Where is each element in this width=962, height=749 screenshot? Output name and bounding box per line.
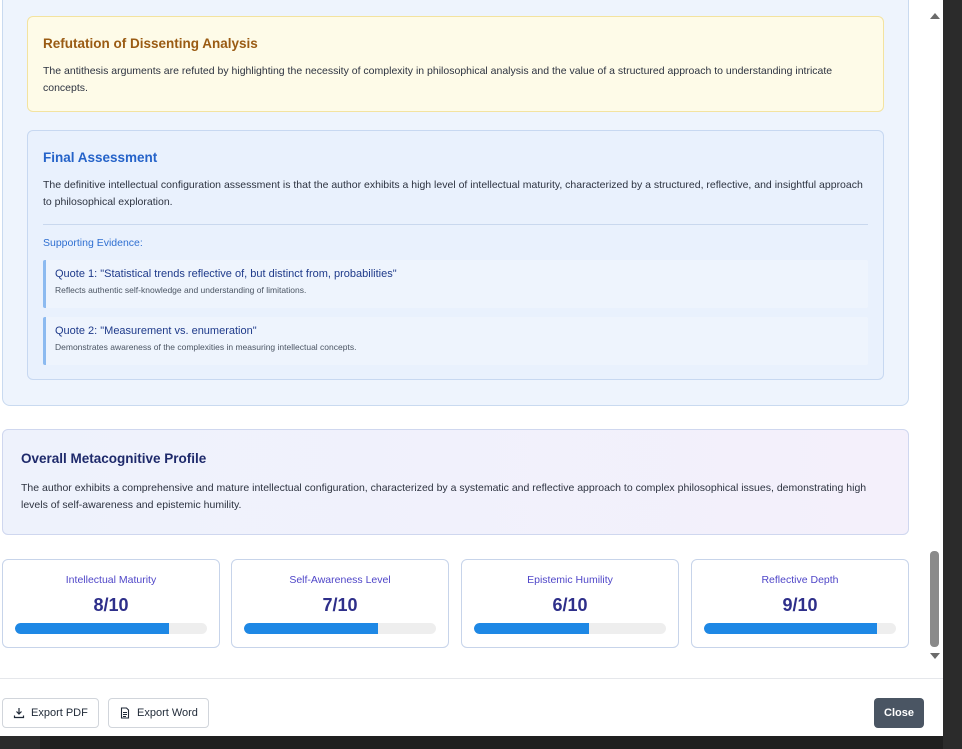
scrollbar-thumb[interactable]: [930, 551, 939, 647]
report-modal: Refutation of Dissenting Analysis The an…: [0, 0, 943, 736]
metric-value: 7/10: [322, 595, 358, 615]
metric-progress-fill: [15, 623, 169, 634]
profile-title: Overall Metacognitive Profile: [21, 451, 207, 466]
export-word-label: Export Word: [137, 707, 198, 719]
metric-progress-fill: [704, 623, 877, 634]
metric-progress-fill: [244, 623, 379, 634]
final-assessment-text: The definitive intellectual configuratio…: [43, 179, 863, 208]
close-button[interactable]: Close: [874, 698, 924, 728]
metric-label: Reflective Depth: [761, 574, 839, 586]
metric-card-self-awareness: Self-Awareness Level 7/10: [231, 559, 449, 648]
quote-title: Quote 1: "Statistical trends reflective …: [55, 268, 397, 280]
metric-progress-bar: [704, 623, 896, 634]
profile-text: The author exhibits a comprehensive and …: [21, 482, 867, 511]
refutation-card: Refutation of Dissenting Analysis The an…: [27, 16, 884, 112]
background-strip: [40, 736, 943, 749]
quote-description: Demonstrates awareness of the complexiti…: [55, 342, 357, 352]
quote-title: Quote 2: "Measurement vs. enumeration": [55, 325, 257, 337]
refutation-title: Refutation of Dissenting Analysis: [43, 36, 258, 51]
quote-item: Quote 2: "Measurement vs. enumeration" D…: [43, 317, 868, 365]
metric-card-epistemic-humility: Epistemic Humility 6/10: [461, 559, 679, 648]
export-word-button[interactable]: Export Word: [108, 698, 209, 728]
export-pdf-button[interactable]: Export PDF: [2, 698, 99, 728]
metric-label: Intellectual Maturity: [65, 574, 157, 586]
divider: [43, 224, 868, 225]
download-icon: [13, 708, 25, 719]
quote-description: Reflects authentic self-knowledge and un…: [55, 285, 307, 295]
document-icon: [120, 707, 130, 719]
metric-card-reflective-depth: Reflective Depth 9/10: [691, 559, 909, 648]
modal-footer: Export PDF Export Word Close: [0, 678, 943, 736]
final-assessment-title: Final Assessment: [43, 150, 158, 165]
supporting-evidence-title: Supporting Evidence:: [43, 237, 143, 249]
metric-progress-bar: [15, 623, 207, 634]
metric-progress-bar: [244, 623, 436, 634]
refutation-text: The antithesis arguments are refuted by …: [43, 65, 833, 94]
quote-item: Quote 1: "Statistical trends reflective …: [43, 260, 868, 308]
scroll-down-arrow-icon[interactable]: [930, 653, 940, 659]
metric-label: Epistemic Humility: [527, 574, 613, 586]
report-scroll-area[interactable]: Refutation of Dissenting Analysis The an…: [0, 0, 926, 678]
export-pdf-label: Export PDF: [31, 707, 88, 719]
metric-value: 6/10: [552, 595, 588, 615]
metric-card-intellectual-maturity: Intellectual Maturity 8/10: [2, 559, 220, 648]
scroll-up-arrow-icon[interactable]: [930, 13, 940, 19]
metric-progress-fill: [474, 623, 590, 634]
metric-value: 8/10: [93, 595, 129, 615]
metacognitive-profile-card: Overall Metacognitive Profile The author…: [2, 429, 909, 535]
final-assessment-card: Final Assessment The definitive intellec…: [27, 130, 884, 380]
metric-value: 9/10: [782, 595, 818, 615]
metric-label: Self-Awareness Level: [289, 574, 391, 586]
vertical-scrollbar[interactable]: [926, 0, 943, 678]
metric-progress-bar: [474, 623, 666, 634]
